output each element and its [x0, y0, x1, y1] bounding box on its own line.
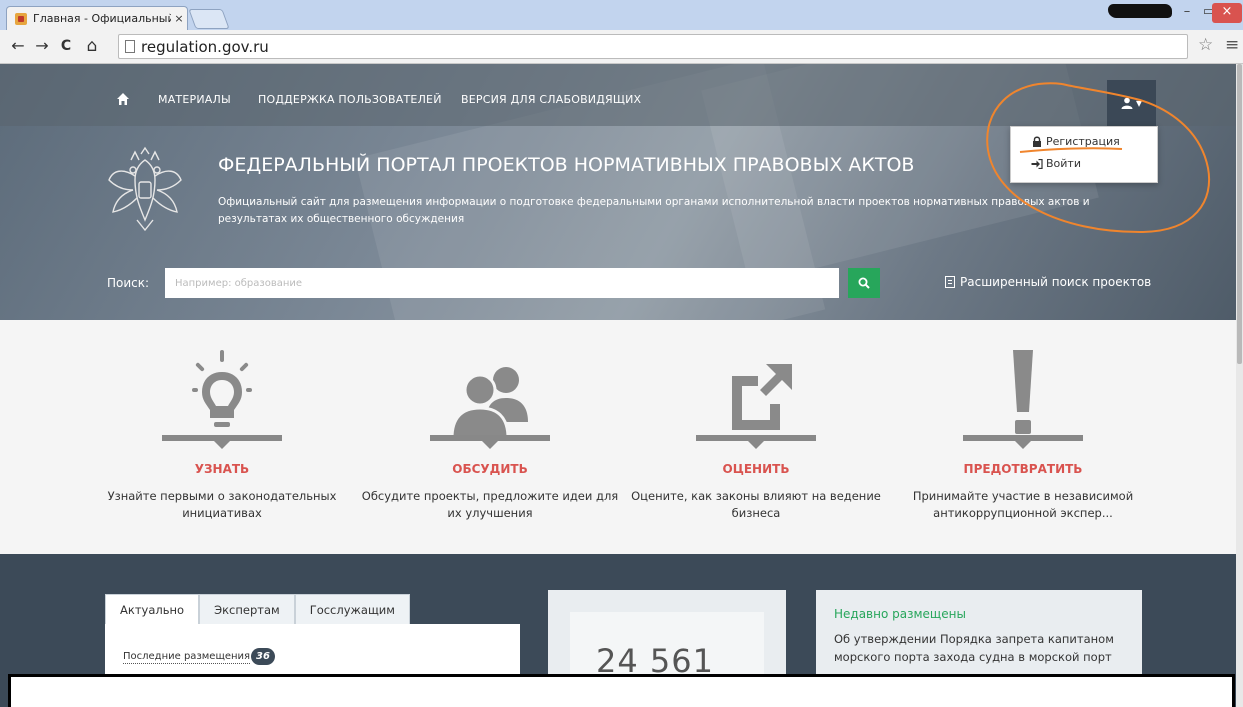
feature-title: ПРЕДОТВРАТИТЬ [963, 462, 1083, 476]
window-minimize-button[interactable]: – [1176, 3, 1198, 23]
recent-news-heading: Недавно размещены [834, 607, 966, 621]
address-bar[interactable]: regulation.gov.ru [118, 34, 1188, 59]
feature-title: ОЦЕНИТЬ [722, 462, 790, 476]
feature-description: Оцените, как законы влияют на ведение би… [631, 489, 881, 520]
browser-toolbar: ← → C ⌂ regulation.gov.ru ☆ ≡ [0, 30, 1243, 64]
feature-title: УЗНАТЬ [194, 462, 250, 476]
feature-divider [696, 435, 816, 449]
tab-experts[interactable]: Экспертам [199, 594, 295, 625]
search-input[interactable] [165, 268, 839, 298]
browser-menu-icon[interactable]: ≡ [1225, 35, 1239, 55]
feature-description: Узнайте первыми о законодательных инициа… [107, 489, 337, 520]
feature-divider [162, 435, 282, 449]
browser-tab[interactable]: Главная - Официальный × [6, 6, 188, 30]
back-icon[interactable]: ← [8, 36, 28, 56]
login-menu-item[interactable]: Войти [1031, 157, 1081, 170]
reload-icon[interactable]: C [56, 36, 76, 56]
search-icon [858, 277, 870, 289]
browser-titlebar: Главная - Официальный × – ▭ × [0, 0, 1243, 30]
chevron-down-icon: ▾ [1135, 96, 1143, 110]
tab-close-button[interactable]: × [171, 12, 187, 25]
home-icon[interactable]: ⌂ [82, 36, 102, 56]
home-icon[interactable] [116, 92, 130, 106]
favicon-icon [15, 12, 27, 25]
recent-postings-link[interactable]: Последние размещения [123, 651, 251, 664]
register-label: Регистрация [1046, 135, 1120, 148]
people-icon [450, 367, 528, 440]
scrollbar-thumb[interactable] [1237, 64, 1242, 364]
window-close-button[interactable]: × [1212, 3, 1242, 23]
page-icon [125, 40, 135, 53]
user-dropdown-menu: Регистрация Войти [1010, 126, 1158, 183]
bookmark-star-icon[interactable]: ☆ [1198, 35, 1213, 55]
feature-description: Обсудите проекты, предложите идеи для их… [361, 489, 619, 520]
exclamation-icon [1013, 350, 1033, 434]
nav-link-support[interactable]: ПОДДЕРЖКА ПОЛЬЗОВАТЕЛЕЙ [258, 93, 442, 106]
url-text: regulation.gov.ru [141, 37, 269, 56]
search-label: Поиск: [107, 276, 150, 290]
user-icon [1121, 97, 1133, 109]
user-menu-button[interactable]: ▾ [1107, 80, 1156, 126]
hero-description: Официальный сайт для размещения информац… [218, 196, 1090, 225]
page-title: ФЕДЕРАЛЬНЫЙ ПОРТАЛ ПРОЕКТОВ НОРМАТИВНЫХ … [218, 154, 915, 176]
features-section: УЗНАТЬ Узнайте первыми о законодательных… [0, 320, 1243, 554]
search-button[interactable] [848, 268, 880, 298]
recent-news-item[interactable]: Об утверждении Порядка запрета капитаном… [834, 630, 1130, 666]
document-icon [945, 276, 955, 288]
external-link-icon [732, 364, 792, 430]
site-navbar: МАТЕРИАЛЫ ПОДДЕРЖКА ПОЛЬЗОВАТЕЛЕЙ ВЕРСИЯ… [0, 64, 1243, 126]
feature-description: Принимайте участие в независимой антикор… [912, 489, 1134, 520]
advanced-search-link[interactable]: Расширенный поиск проектов [945, 275, 1151, 289]
audience-tabs: Актуально Экспертам Госслужащим [105, 594, 410, 625]
new-tab-button[interactable] [188, 9, 230, 29]
hero-section: МАТЕРИАЛЫ ПОДДЕРЖКА ПОЛЬЗОВАТЕЛЕЙ ВЕРСИЯ… [0, 64, 1243, 320]
login-label: Войти [1046, 157, 1081, 170]
tab-title: Главная - Официальный [33, 12, 171, 25]
lightbulb-icon [192, 350, 252, 427]
count-badge: 36 [251, 648, 275, 665]
lock-icon [1033, 136, 1041, 147]
overlay-panel [8, 674, 1235, 707]
tab-actual[interactable]: Актуально [105, 594, 200, 625]
nav-link-materials[interactable]: МАТЕРИАЛЫ [158, 93, 231, 106]
feature-divider [430, 435, 550, 449]
tab-civil-servants[interactable]: Госслужащим [294, 594, 410, 625]
feature-divider [963, 435, 1083, 449]
forward-icon[interactable]: → [32, 36, 52, 56]
feature-title: ОБСУДИТЬ [452, 462, 528, 476]
advanced-search-label: Расширенный поиск проектов [960, 275, 1152, 289]
nav-link-accessibility[interactable]: ВЕРСИЯ ДЛЯ СЛАБОВИДЯЩИХ [461, 93, 641, 106]
redacted-area [1108, 4, 1172, 18]
sign-in-icon [1031, 158, 1043, 169]
register-menu-item[interactable]: Регистрация [1031, 135, 1120, 148]
coat-of-arms-logo [108, 146, 182, 232]
